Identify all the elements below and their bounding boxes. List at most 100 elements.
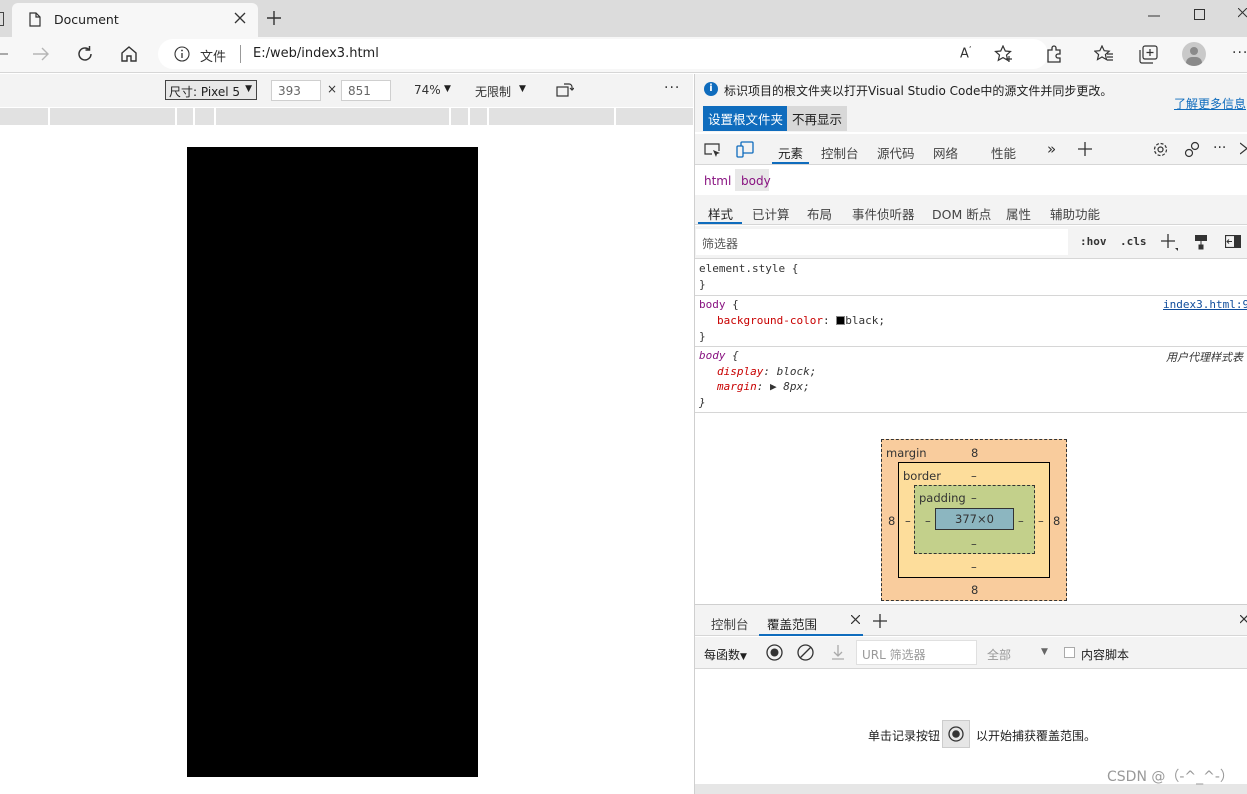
add-drawer-tab-icon[interactable] — [873, 614, 887, 628]
new-tab-icon[interactable] — [267, 11, 281, 25]
breadcrumb-body[interactable]: body — [741, 174, 771, 188]
close-tab-icon[interactable] — [234, 12, 246, 24]
drawer-tab-console[interactable]: 控制台 — [711, 614, 749, 633]
padding-right-value[interactable]: – — [1018, 514, 1024, 528]
breadcrumb-html[interactable]: html — [704, 174, 731, 188]
close-devtools-icon[interactable] — [1240, 142, 1247, 155]
cls-toggle[interactable]: .cls — [1120, 235, 1147, 248]
margin-right-value[interactable]: 8 — [1053, 514, 1060, 528]
per-function-select[interactable]: 每函数▼ — [704, 646, 747, 663]
clear-icon[interactable] — [797, 644, 814, 661]
settings-icon[interactable] — [1152, 141, 1169, 158]
set-root-folder-button[interactable]: 设置根文件夹 — [703, 106, 789, 131]
device-more-icon[interactable]: ··· — [664, 80, 680, 96]
width-input[interactable]: 393 — [271, 80, 321, 101]
padding-top-value[interactable]: – — [971, 491, 977, 505]
collections-icon[interactable] — [1139, 45, 1158, 64]
close-window-icon[interactable] — [1238, 8, 1247, 21]
throttle-select[interactable]: 无限制 — [475, 83, 511, 100]
record-icon[interactable] — [766, 644, 783, 661]
tab-sources[interactable]: 源代码 — [877, 143, 915, 162]
margin-top-value[interactable]: 8 — [971, 446, 978, 460]
box-model-border[interactable]: border – – – – padding – – – – 377×0 — [898, 462, 1050, 578]
home-icon[interactable] — [120, 45, 138, 62]
close-drawer-icon[interactable] — [1240, 615, 1247, 628]
type-select[interactable]: 全部 — [987, 646, 1011, 663]
body-user-agent-rule[interactable]: body { 用户代理样式表 display: block; margin: ▶… — [695, 347, 1247, 413]
workspace-icon[interactable] — [0, 12, 4, 26]
subtab-event-listeners[interactable]: 事件侦听器 — [852, 204, 915, 223]
content-scripts-checkbox[interactable] — [1064, 647, 1075, 658]
border-top-value[interactable]: – — [971, 469, 977, 483]
rule-selector: body — [699, 298, 726, 311]
color-swatch[interactable] — [836, 316, 846, 325]
add-favorite-icon[interactable] — [994, 45, 1014, 63]
favorites-icon[interactable] — [1094, 45, 1114, 63]
user-agent-source: 用户代理样式表 — [1166, 351, 1243, 364]
more-tabs-icon[interactable]: » — [1047, 140, 1056, 158]
subtab-styles[interactable]: 样式 — [708, 204, 733, 223]
border-bottom-value[interactable]: – — [971, 560, 977, 574]
paint-icon[interactable] — [1194, 234, 1208, 250]
minimize-icon[interactable] — [1148, 15, 1160, 17]
subtab-accessibility[interactable]: 辅助功能 — [1050, 204, 1100, 223]
subtab-layout[interactable]: 布局 — [807, 204, 832, 223]
tab-elements[interactable]: 元素 — [778, 143, 803, 162]
box-model-margin[interactable]: margin 8 8 8 8 border – – – – padding – … — [881, 439, 1067, 601]
page-preview[interactable] — [187, 147, 478, 777]
devtools-main-tabs: 元素 控制台 源代码 网络 性能 » ··· — [695, 134, 1247, 165]
tab-network[interactable]: 网络 — [933, 143, 958, 162]
box-model-padding[interactable]: padding – – – – 377×0 — [914, 485, 1035, 554]
export-icon[interactable] — [831, 644, 845, 661]
subtab-properties[interactable]: 属性 — [1006, 204, 1031, 223]
url-filter-input[interactable]: URL 筛选器 — [856, 640, 977, 665]
hov-toggle[interactable]: :hov — [1080, 235, 1107, 248]
border-left-value[interactable]: – — [905, 514, 911, 528]
refresh-icon[interactable] — [76, 45, 94, 63]
subtab-computed[interactable]: 已计算 — [752, 204, 790, 223]
media-query-ruler[interactable] — [0, 108, 693, 125]
avatar[interactable] — [1182, 42, 1206, 66]
rule-source-link[interactable]: index3.html:9 — [1163, 298, 1247, 311]
border-right-value[interactable]: – — [1038, 514, 1044, 528]
rule-declaration[interactable]: background-color: black; — [717, 314, 885, 327]
filter-input[interactable]: 筛选器 — [696, 229, 1068, 255]
margin-left-value[interactable]: 8 — [888, 514, 895, 528]
extensions-icon[interactable] — [1045, 45, 1063, 63]
inspect-icon[interactable] — [704, 142, 721, 158]
drawer-tab-coverage[interactable]: 覆盖范围 — [767, 614, 817, 633]
zoom-select[interactable]: 74% — [414, 83, 441, 97]
device-emulation-icon[interactable] — [736, 141, 754, 158]
devtools-more-icon[interactable]: ··· — [1213, 140, 1226, 156]
add-tab-icon[interactable] — [1078, 142, 1092, 156]
record-button[interactable] — [942, 720, 970, 748]
element-style-rule[interactable]: element.style { } — [695, 260, 1247, 296]
tab-console[interactable]: 控制台 — [821, 143, 859, 162]
margin-bottom-value[interactable]: 8 — [971, 583, 978, 597]
learn-more-link[interactable]: 了解更多信息 — [1174, 95, 1246, 112]
new-rule-icon[interactable] — [1161, 234, 1179, 252]
height-input[interactable]: 851 — [341, 80, 391, 101]
body-author-rule[interactable]: body { index3.html:9 background-color: b… — [695, 296, 1247, 347]
tab-performance[interactable]: 性能 — [991, 143, 1016, 162]
box-model-content[interactable]: 377×0 — [935, 508, 1014, 530]
toggle-sidebar-icon[interactable] — [1225, 235, 1241, 248]
padding-left-value[interactable]: – — [925, 514, 931, 528]
close-drawer-tab-icon[interactable] — [851, 615, 860, 624]
expand-triangle-icon[interactable]: ▶ — [770, 380, 777, 393]
subtab-dom-breakpoints[interactable]: DOM 断点 — [932, 204, 991, 223]
read-aloud-icon[interactable]: Aʼ — [960, 45, 971, 61]
browser-tab[interactable]: Document — [12, 3, 258, 37]
padding-bottom-value[interactable]: – — [971, 537, 977, 551]
info-icon[interactable] — [174, 46, 190, 62]
forward-icon[interactable] — [32, 47, 50, 61]
device-select[interactable]: 尺寸: Pixel 5 ▼ — [165, 80, 257, 100]
rotate-icon[interactable] — [556, 82, 574, 98]
maximize-icon[interactable] — [1194, 9, 1205, 20]
address-bar[interactable]: 文件 E:/web/index3.html Aʼ — [158, 39, 1048, 69]
address-url[interactable]: E:/web/index3.html — [253, 46, 379, 61]
connect-icon[interactable] — [1184, 141, 1201, 158]
more-icon[interactable]: ··· — [1232, 45, 1247, 61]
back-icon[interactable] — [0, 47, 8, 61]
dont-show-again-button[interactable]: 不再显示 — [787, 106, 848, 131]
